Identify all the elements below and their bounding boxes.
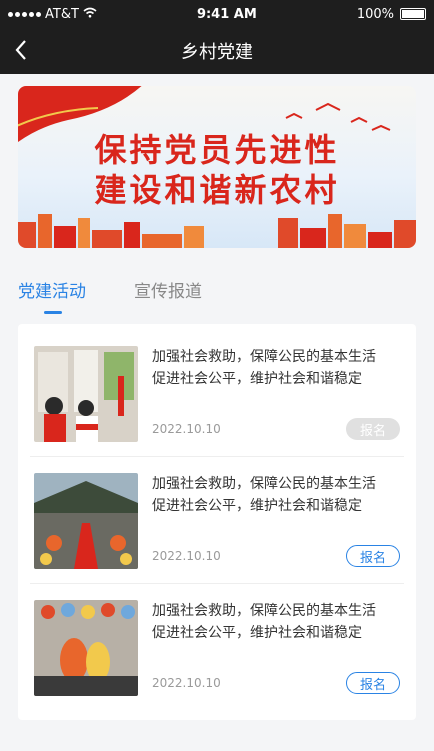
tab-party-activities[interactable]: 党建活动 — [18, 277, 86, 314]
activity-title: 加强社会救助，保障公民的基本生活 促进社会公平，维护社会和谐稳定 — [152, 473, 400, 517]
activity-thumbnail — [34, 600, 138, 696]
battery-percent: 100% — [356, 6, 394, 22]
signal-icon — [8, 11, 41, 17]
chevron-left-icon — [15, 40, 26, 60]
activity-title: 加强社会救助，保障公民的基本生活 促进社会公平，维护社会和谐稳定 — [152, 600, 400, 644]
signup-button[interactable]: 报名 — [346, 545, 400, 567]
list-item[interactable]: 加强社会救助，保障公民的基本生活 促进社会公平，维护社会和谐稳定 2022.10… — [30, 457, 404, 584]
banner-line-1: 保持党员先进性 — [94, 131, 340, 169]
activity-date: 2022.10.10 — [152, 676, 221, 690]
activity-title-line-1: 加强社会救助，保障公民的基本生活 — [152, 603, 376, 619]
carrier-info: AT&T — [8, 7, 97, 22]
activity-title-line-2: 促进社会公平，维护社会和谐稳定 — [152, 498, 362, 514]
carrier-label: AT&T — [45, 6, 79, 22]
nav-bar: 乡村党建 — [0, 28, 434, 74]
activity-info: 加强社会救助，保障公民的基本生活 促进社会公平，维护社会和谐稳定 2022.10… — [152, 473, 400, 569]
activity-title-line-1: 加强社会救助，保障公民的基本生活 — [152, 476, 376, 492]
activity-title-line-1: 加强社会救助，保障公民的基本生活 — [152, 349, 376, 365]
activity-title-line-2: 促进社会公平，维护社会和谐稳定 — [152, 371, 362, 387]
wifi-icon — [83, 7, 97, 22]
tab-publicity-reports[interactable]: 宣传报道 — [134, 277, 202, 302]
signup-button[interactable]: 报名 — [346, 672, 400, 694]
back-button[interactable] — [14, 38, 28, 68]
banner[interactable]: 保持党员先进性 建设和谐新农村 — [18, 86, 416, 248]
activity-info: 加强社会救助，保障公民的基本生活 促进社会公平，维护社会和谐稳定 2022.10… — [152, 600, 400, 696]
activity-info: 加强社会救助，保障公民的基本生活 促进社会公平，维护社会和谐稳定 2022.10… — [152, 346, 400, 442]
status-time: 9:41 AM — [196, 6, 257, 22]
activity-title-line-2: 促进社会公平，维护社会和谐稳定 — [152, 625, 362, 641]
battery-info: 100% — [357, 7, 426, 22]
activity-list: 加强社会救助，保障公民的基本生活 促进社会公平，维护社会和谐稳定 2022.10… — [18, 324, 416, 720]
banner-slogan: 保持党员先进性 建设和谐新农村 — [18, 130, 416, 210]
activity-date: 2022.10.10 — [152, 549, 221, 563]
page-title: 乡村党建 — [181, 42, 253, 63]
activity-title: 加强社会救助，保障公民的基本生活 促进社会公平，维护社会和谐稳定 — [152, 346, 400, 390]
activity-date: 2022.10.10 — [152, 422, 221, 436]
tab-bar: 党建活动 宣传报道 — [0, 248, 434, 314]
signup-button[interactable]: 报名 — [346, 418, 400, 440]
status-bar: AT&T 9:41 AM 100% — [0, 0, 434, 28]
list-item[interactable]: 加强社会救助，保障公民的基本生活 促进社会公平，维护社会和谐稳定 2022.10… — [30, 584, 404, 710]
battery-icon — [400, 8, 426, 20]
banner-line-2: 建设和谐新农村 — [94, 171, 340, 209]
activity-thumbnail — [34, 473, 138, 569]
list-item[interactable]: 加强社会救助，保障公民的基本生活 促进社会公平，维护社会和谐稳定 2022.10… — [30, 330, 404, 457]
city-skyline-decoration — [18, 214, 416, 248]
activity-thumbnail — [34, 346, 138, 442]
